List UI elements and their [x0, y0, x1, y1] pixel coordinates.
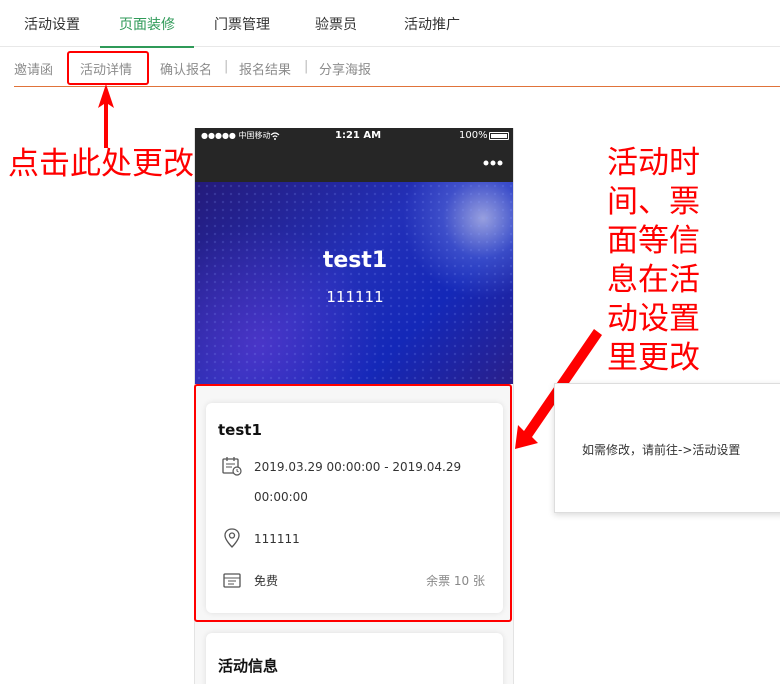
- settings-tip-popup: 如需修改，请前往->活动设置: [554, 383, 780, 513]
- wifi-icon: [270, 132, 280, 140]
- annotation-line: 面等信: [607, 223, 700, 259]
- annotation-settings-hint: 活动时 间、票 面等信 息在活 动设置 里更改: [607, 144, 717, 378]
- subtab-confirm-registration[interactable]: 确认报名: [160, 59, 212, 78]
- phone-nav-bar: [195, 144, 513, 182]
- settings-tip-text: 如需修改，请前往->活动设置: [582, 443, 741, 457]
- annotation-line: 活动时: [607, 145, 700, 181]
- hero-pattern: [195, 182, 513, 384]
- activity-info-title: 活动信息: [218, 657, 279, 675]
- battery-icon: [489, 132, 509, 140]
- top-tab-bar: 活动设置 页面装修 门票管理 验票员 活动推广: [0, 0, 780, 48]
- annotation-line: 动设置: [607, 301, 700, 337]
- tab-ticket-management[interactable]: 门票管理: [198, 0, 286, 47]
- subtab-separator: |: [224, 59, 229, 74]
- annotation-line: 间、票: [607, 184, 700, 220]
- tab-page-decoration[interactable]: 页面装修: [100, 0, 194, 48]
- status-time: 1:21 AM: [335, 130, 382, 141]
- subtab-registration-result[interactable]: 报名结果: [239, 59, 291, 78]
- status-bar: ●●●●● 中国移动 1:21 AM 100%: [195, 128, 513, 144]
- tab-activity-settings[interactable]: 活动设置: [10, 0, 94, 47]
- subtab-share-poster[interactable]: 分享海报: [319, 59, 371, 78]
- subtab-invitation[interactable]: 邀请函: [14, 59, 53, 78]
- battery-percent: 100%: [459, 130, 488, 141]
- annotation-card-box: [194, 384, 512, 622]
- tab-ticket-checker[interactable]: 验票员: [300, 0, 372, 47]
- hero-banner: test1 111111: [195, 182, 513, 384]
- annotation-line: 里更改: [607, 340, 700, 376]
- subtab-separator: |: [304, 59, 309, 74]
- hero-subtitle: 111111: [326, 288, 384, 306]
- activity-info-card: 活动信息: [206, 633, 503, 684]
- more-dots-icon[interactable]: [483, 160, 503, 166]
- annotation-line: 息在活: [607, 262, 700, 298]
- carrier-label: ●●●●● 中国移动: [201, 131, 271, 140]
- tab-activity-promotion[interactable]: 活动推广: [390, 0, 474, 47]
- annotation-highlight-box: [67, 51, 149, 85]
- hero-title: test1: [322, 248, 388, 273]
- annotation-arrow-up: [98, 84, 114, 148]
